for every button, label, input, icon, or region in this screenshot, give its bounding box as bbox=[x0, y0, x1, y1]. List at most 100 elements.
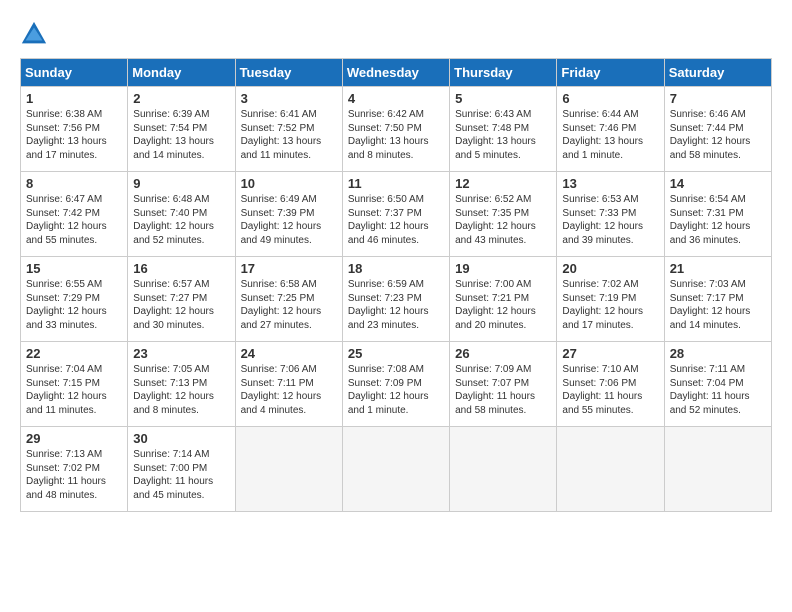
weekday-header: Thursday bbox=[450, 59, 557, 87]
day-number: 14 bbox=[670, 176, 766, 191]
day-details: Sunrise: 7:00 AM Sunset: 7:21 PM Dayligh… bbox=[455, 278, 551, 332]
calendar-day-cell: 18 Sunrise: 6:59 AM Sunset: 7:23 PM Dayli… bbox=[342, 257, 449, 342]
day-details: Sunrise: 6:43 AM Sunset: 7:48 PM Dayligh… bbox=[455, 108, 551, 162]
day-number: 17 bbox=[241, 261, 337, 276]
day-number: 12 bbox=[455, 176, 551, 191]
day-details: Sunrise: 7:03 AM Sunset: 7:17 PM Dayligh… bbox=[670, 278, 766, 332]
day-details: Sunrise: 7:08 AM Sunset: 7:09 PM Dayligh… bbox=[348, 363, 444, 417]
calendar-day-cell: 21 Sunrise: 7:03 AM Sunset: 7:17 PM Dayli… bbox=[664, 257, 771, 342]
day-details: Sunrise: 6:52 AM Sunset: 7:35 PM Dayligh… bbox=[455, 193, 551, 247]
day-details: Sunrise: 7:10 AM Sunset: 7:06 PM Dayligh… bbox=[562, 363, 658, 417]
calendar-day-cell bbox=[557, 427, 664, 512]
day-details: Sunrise: 6:44 AM Sunset: 7:46 PM Dayligh… bbox=[562, 108, 658, 162]
weekday-header: Sunday bbox=[21, 59, 128, 87]
weekday-header: Tuesday bbox=[235, 59, 342, 87]
calendar-week-row: 8 Sunrise: 6:47 AM Sunset: 7:42 PM Daylig… bbox=[21, 172, 772, 257]
day-number: 18 bbox=[348, 261, 444, 276]
weekday-header: Wednesday bbox=[342, 59, 449, 87]
day-details: Sunrise: 6:38 AM Sunset: 7:56 PM Dayligh… bbox=[26, 108, 122, 162]
calendar-day-cell bbox=[664, 427, 771, 512]
calendar-day-cell: 27 Sunrise: 7:10 AM Sunset: 7:06 PM Dayli… bbox=[557, 342, 664, 427]
day-number: 20 bbox=[562, 261, 658, 276]
day-number: 26 bbox=[455, 346, 551, 361]
day-details: Sunrise: 7:13 AM Sunset: 7:02 PM Dayligh… bbox=[26, 448, 122, 502]
day-number: 24 bbox=[241, 346, 337, 361]
day-number: 29 bbox=[26, 431, 122, 446]
day-number: 9 bbox=[133, 176, 229, 191]
calendar-day-cell: 16 Sunrise: 6:57 AM Sunset: 7:27 PM Dayli… bbox=[128, 257, 235, 342]
day-number: 5 bbox=[455, 91, 551, 106]
day-details: Sunrise: 7:06 AM Sunset: 7:11 PM Dayligh… bbox=[241, 363, 337, 417]
calendar-week-row: 15 Sunrise: 6:55 AM Sunset: 7:29 PM Dayli… bbox=[21, 257, 772, 342]
calendar-day-cell: 19Sunrise: 7:00 AM Sunset: 7:21 PM Dayli… bbox=[450, 257, 557, 342]
day-number: 1 bbox=[26, 91, 122, 106]
calendar-day-cell: 10 Sunrise: 6:49 AM Sunset: 7:39 PM Dayli… bbox=[235, 172, 342, 257]
calendar-day-cell: 22 Sunrise: 7:04 AM Sunset: 7:15 PM Dayli… bbox=[21, 342, 128, 427]
logo bbox=[20, 20, 52, 48]
calendar-day-cell: 24 Sunrise: 7:06 AM Sunset: 7:11 PM Dayli… bbox=[235, 342, 342, 427]
day-details: Sunrise: 6:42 AM Sunset: 7:50 PM Dayligh… bbox=[348, 108, 444, 162]
day-number: 11 bbox=[348, 176, 444, 191]
calendar-day-cell: 1 Sunrise: 6:38 AM Sunset: 7:56 PM Daylig… bbox=[21, 87, 128, 172]
calendar-day-cell: 28Sunrise: 7:11 AM Sunset: 7:04 PM Dayli… bbox=[664, 342, 771, 427]
calendar-day-cell: 17 Sunrise: 6:58 AM Sunset: 7:25 PM Dayli… bbox=[235, 257, 342, 342]
day-number: 23 bbox=[133, 346, 229, 361]
calendar-day-cell: 30 Sunrise: 7:14 AM Sunset: 7:00 PM Dayli… bbox=[128, 427, 235, 512]
day-details: Sunrise: 7:05 AM Sunset: 7:13 PM Dayligh… bbox=[133, 363, 229, 417]
calendar-day-cell: 26 Sunrise: 7:09 AM Sunset: 7:07 PM Dayli… bbox=[450, 342, 557, 427]
calendar-day-cell: 5 Sunrise: 6:43 AM Sunset: 7:48 PM Daylig… bbox=[450, 87, 557, 172]
day-details: Sunrise: 6:54 AM Sunset: 7:31 PM Dayligh… bbox=[670, 193, 766, 247]
day-details: Sunrise: 7:14 AM Sunset: 7:00 PM Dayligh… bbox=[133, 448, 229, 502]
day-details: Sunrise: 6:58 AM Sunset: 7:25 PM Dayligh… bbox=[241, 278, 337, 332]
day-details: Sunrise: 7:11 AM Sunset: 7:04 PM Dayligh… bbox=[670, 363, 766, 417]
weekday-header: Friday bbox=[557, 59, 664, 87]
day-number: 22 bbox=[26, 346, 122, 361]
calendar-day-cell bbox=[342, 427, 449, 512]
day-details: Sunrise: 6:47 AM Sunset: 7:42 PM Dayligh… bbox=[26, 193, 122, 247]
calendar-table: SundayMondayTuesdayWednesdayThursdayFrid… bbox=[20, 58, 772, 512]
header-row: SundayMondayTuesdayWednesdayThursdayFrid… bbox=[21, 59, 772, 87]
day-details: Sunrise: 6:39 AM Sunset: 7:54 PM Dayligh… bbox=[133, 108, 229, 162]
day-number: 15 bbox=[26, 261, 122, 276]
calendar-day-cell: 11Sunrise: 6:50 AM Sunset: 7:37 PM Dayli… bbox=[342, 172, 449, 257]
day-number: 10 bbox=[241, 176, 337, 191]
calendar-day-cell: 14 Sunrise: 6:54 AM Sunset: 7:31 PM Dayli… bbox=[664, 172, 771, 257]
calendar-day-cell bbox=[450, 427, 557, 512]
weekday-header: Monday bbox=[128, 59, 235, 87]
calendar-day-cell: 3Sunrise: 6:41 AM Sunset: 7:52 PM Daylig… bbox=[235, 87, 342, 172]
calendar-day-cell: 12 Sunrise: 6:52 AM Sunset: 7:35 PM Dayli… bbox=[450, 172, 557, 257]
day-number: 13 bbox=[562, 176, 658, 191]
day-number: 8 bbox=[26, 176, 122, 191]
day-details: Sunrise: 6:49 AM Sunset: 7:39 PM Dayligh… bbox=[241, 193, 337, 247]
day-details: Sunrise: 6:55 AM Sunset: 7:29 PM Dayligh… bbox=[26, 278, 122, 332]
logo-icon bbox=[20, 20, 48, 48]
calendar-day-cell: 2 Sunrise: 6:39 AM Sunset: 7:54 PM Daylig… bbox=[128, 87, 235, 172]
calendar-week-row: 29 Sunrise: 7:13 AM Sunset: 7:02 PM Dayli… bbox=[21, 427, 772, 512]
calendar-day-cell: 4Sunrise: 6:42 AM Sunset: 7:50 PM Daylig… bbox=[342, 87, 449, 172]
calendar-day-cell: 29 Sunrise: 7:13 AM Sunset: 7:02 PM Dayli… bbox=[21, 427, 128, 512]
weekday-header: Saturday bbox=[664, 59, 771, 87]
calendar-day-cell: 8 Sunrise: 6:47 AM Sunset: 7:42 PM Daylig… bbox=[21, 172, 128, 257]
calendar-day-cell: 15 Sunrise: 6:55 AM Sunset: 7:29 PM Dayli… bbox=[21, 257, 128, 342]
day-number: 7 bbox=[670, 91, 766, 106]
day-details: Sunrise: 6:57 AM Sunset: 7:27 PM Dayligh… bbox=[133, 278, 229, 332]
day-number: 2 bbox=[133, 91, 229, 106]
day-details: Sunrise: 7:04 AM Sunset: 7:15 PM Dayligh… bbox=[26, 363, 122, 417]
calendar-day-cell: 20 Sunrise: 7:02 AM Sunset: 7:19 PM Dayli… bbox=[557, 257, 664, 342]
day-number: 27 bbox=[562, 346, 658, 361]
day-number: 30 bbox=[133, 431, 229, 446]
calendar-week-row: 22 Sunrise: 7:04 AM Sunset: 7:15 PM Dayli… bbox=[21, 342, 772, 427]
day-number: 16 bbox=[133, 261, 229, 276]
calendar-day-cell: 6 Sunrise: 6:44 AM Sunset: 7:46 PM Daylig… bbox=[557, 87, 664, 172]
day-details: Sunrise: 6:53 AM Sunset: 7:33 PM Dayligh… bbox=[562, 193, 658, 247]
day-details: Sunrise: 6:41 AM Sunset: 7:52 PM Dayligh… bbox=[241, 108, 337, 162]
day-number: 21 bbox=[670, 261, 766, 276]
day-details: Sunrise: 7:02 AM Sunset: 7:19 PM Dayligh… bbox=[562, 278, 658, 332]
calendar-day-cell bbox=[235, 427, 342, 512]
day-number: 6 bbox=[562, 91, 658, 106]
day-number: 25 bbox=[348, 346, 444, 361]
page-header bbox=[20, 20, 772, 48]
day-details: Sunrise: 7:09 AM Sunset: 7:07 PM Dayligh… bbox=[455, 363, 551, 417]
day-details: Sunrise: 6:59 AM Sunset: 7:23 PM Dayligh… bbox=[348, 278, 444, 332]
day-details: Sunrise: 6:48 AM Sunset: 7:40 PM Dayligh… bbox=[133, 193, 229, 247]
